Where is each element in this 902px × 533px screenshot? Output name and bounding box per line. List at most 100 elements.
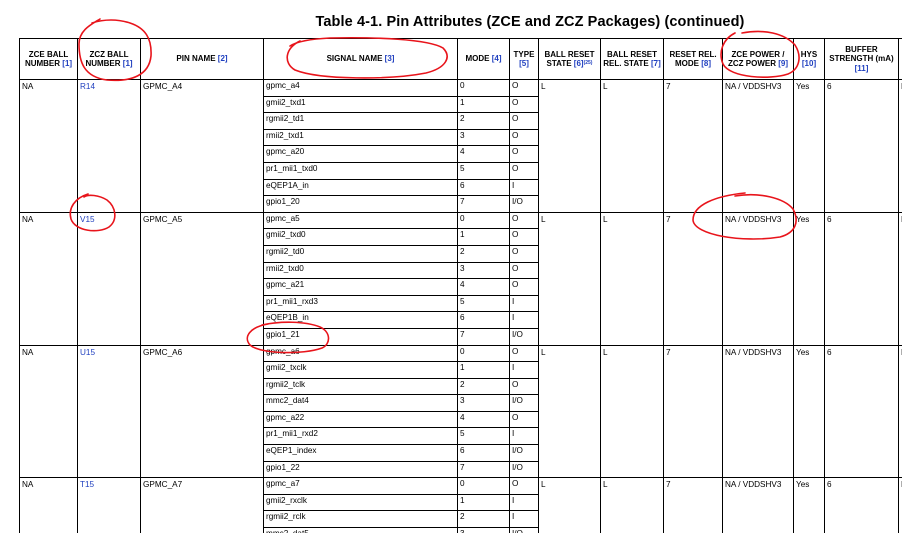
column-header: P: [898, 38, 902, 80]
type-cell: I/O: [509, 460, 539, 479]
mode-cell: 3: [457, 261, 510, 280]
mode-cell: 0: [457, 477, 510, 495]
mode-cell: 0: [457, 79, 510, 97]
type-cell: O: [509, 410, 539, 429]
buffer-strength-cell: 6: [824, 79, 899, 213]
column-header-footnote-link[interactable]: [11]: [855, 64, 869, 73]
mode-cell: 2: [457, 377, 510, 396]
power-cell: NA / VDDSHV3: [722, 211, 794, 346]
reset-rel-mode-cell: 7: [663, 211, 723, 346]
type-cell: O: [509, 128, 539, 147]
column-header-label: PIN NAME: [176, 54, 216, 64]
type-cell: I/O: [509, 527, 539, 533]
signal-name-cell: gmii2_txclk: [263, 361, 458, 379]
column-header: HYS [10]: [793, 38, 825, 80]
type-cell: I: [509, 493, 539, 512]
column-header: ZCE POWER / ZCZ POWER [9]: [722, 38, 794, 80]
type-cell: O: [509, 278, 539, 296]
mode-cell: 3: [457, 527, 510, 533]
type-cell: I: [509, 361, 539, 379]
ball-reset-rel-state-cell: L: [600, 211, 664, 346]
column-header-footnote-link[interactable]: [7]: [651, 59, 661, 68]
column-header: TYPE [5]: [509, 38, 539, 80]
buffer-strength-cell: 6: [824, 344, 899, 479]
ball-reset-rel-state-cell: L: [600, 477, 664, 533]
signal-name-cell: gpio1_20: [263, 195, 458, 213]
signal-name-cell: mmc2_dat4: [263, 394, 458, 412]
signal-name-cell: gpmc_a7: [263, 477, 458, 495]
mode-cell: 6: [457, 311, 510, 329]
mode-cell: 3: [457, 394, 510, 412]
mode-cell: 1: [457, 95, 510, 114]
table-row: NA R14 GPMC_A4 gpmc_a4 0 O L L 7 NA / VDDSHV3 Yes 6…: [19, 79, 902, 213]
mode-cell: 6: [457, 444, 510, 462]
mode-cell: 6: [457, 178, 510, 197]
truncated-column-cell: P: [898, 344, 902, 479]
type-cell: I/O: [509, 327, 539, 346]
column-header-label: HYS: [800, 49, 818, 59]
type-cell: I: [509, 294, 539, 313]
pin-name-cell: GPMC_A7: [140, 477, 264, 533]
type-cell: O: [509, 228, 539, 246]
mode-cell: 1: [457, 361, 510, 379]
column-header-footnote-link[interactable]: [6]: [574, 59, 584, 68]
mode-cell: 2: [457, 244, 510, 263]
mode-cell: 5: [457, 427, 510, 446]
table-row: NA T15 GPMC_A7 gpmc_a7 0 O L L 7 NA / VDDSHV3 Yes 6…: [19, 477, 902, 533]
type-cell: O: [509, 344, 539, 363]
table-row: NA V15 GPMC_A5 gpmc_a5 0 O L L 7 NA / VDDSHV3 Yes 6…: [19, 211, 902, 346]
column-header-footnote-link[interactable]: [3]: [385, 54, 395, 63]
ball-reset-state-cell: L: [538, 211, 601, 346]
signal-name-cell: gmii2_txd1: [263, 95, 458, 114]
signal-name-cell: gpmc_a20: [263, 145, 458, 163]
mode-cell: 7: [457, 460, 510, 479]
mode-cell: 7: [457, 195, 510, 213]
column-header-footnote-link[interactable]: [10]: [802, 59, 816, 68]
type-cell: O: [509, 211, 539, 230]
pin-name-cell: GPMC_A6: [140, 344, 264, 479]
table-row: NA U15 GPMC_A6 gpmc_a6 0 O L L 7 NA / VDDSHV3 Yes 6…: [19, 344, 902, 479]
column-header-superscript[interactable]: (25): [584, 60, 593, 66]
power-cell: NA / VDDSHV3: [722, 79, 794, 213]
type-cell: O: [509, 95, 539, 114]
type-cell: I: [509, 510, 539, 529]
mode-cell: 5: [457, 294, 510, 313]
signal-name-cell: gpmc_a22: [263, 410, 458, 429]
signal-name-cell: pr1_mii1_rxd2: [263, 427, 458, 446]
zce-ball-number-cell: NA: [19, 211, 78, 346]
buffer-strength-cell: 6: [824, 477, 899, 533]
table-body: NA R14 GPMC_A4 gpmc_a4 0 O L L 7 NA / VDDSHV3 Yes 6…: [19, 79, 902, 533]
column-header-footnote-link[interactable]: [2]: [218, 54, 228, 63]
signal-name-cell: rgmii2_td0: [263, 244, 458, 263]
ball-reset-rel-state-cell: L: [600, 79, 664, 213]
zcz-ball-number-cell[interactable]: V15: [77, 211, 141, 346]
column-header-footnote-link[interactable]: [8]: [701, 59, 711, 68]
pin-attributes-table-container: ZCE BALL NUMBER [1] ZCZ BALL NUMBER [1] PI…: [19, 38, 902, 533]
column-header: BALL RESET STATE [6](25): [538, 38, 601, 80]
type-cell: O: [509, 161, 539, 180]
column-header-footnote-link[interactable]: [1]: [62, 59, 72, 68]
reset-rel-mode-cell: 7: [663, 477, 723, 533]
mode-cell: 0: [457, 344, 510, 363]
hys-cell: Yes: [793, 344, 825, 479]
column-header: BALL RESET REL. STATE [7]: [600, 38, 664, 80]
column-header-footnote-link[interactable]: [4]: [492, 54, 502, 63]
signal-name-cell: rgmii2_rclk: [263, 510, 458, 529]
type-cell: O: [509, 477, 539, 495]
column-header-label: SIGNAL NAME: [326, 54, 383, 64]
reset-rel-mode-cell: 7: [663, 344, 723, 479]
type-cell: O: [509, 244, 539, 263]
type-cell: I: [509, 178, 539, 197]
type-cell: I/O: [509, 444, 539, 462]
zcz-ball-number-cell[interactable]: R14: [77, 79, 141, 213]
column-header-footnote-link[interactable]: [9]: [778, 59, 788, 68]
column-header-footnote-link[interactable]: [5]: [519, 59, 529, 68]
power-cell: NA / VDDSHV3: [722, 344, 794, 479]
ball-reset-state-cell: L: [538, 344, 601, 479]
type-cell: O: [509, 261, 539, 280]
zcz-ball-number-cell[interactable]: T15: [77, 477, 141, 533]
column-header-footnote-link[interactable]: [1]: [123, 59, 133, 68]
signal-name-cell: gpmc_a4: [263, 79, 458, 97]
zcz-ball-number-cell[interactable]: U15: [77, 344, 141, 479]
column-header: ZCE BALL NUMBER [1]: [19, 38, 78, 80]
